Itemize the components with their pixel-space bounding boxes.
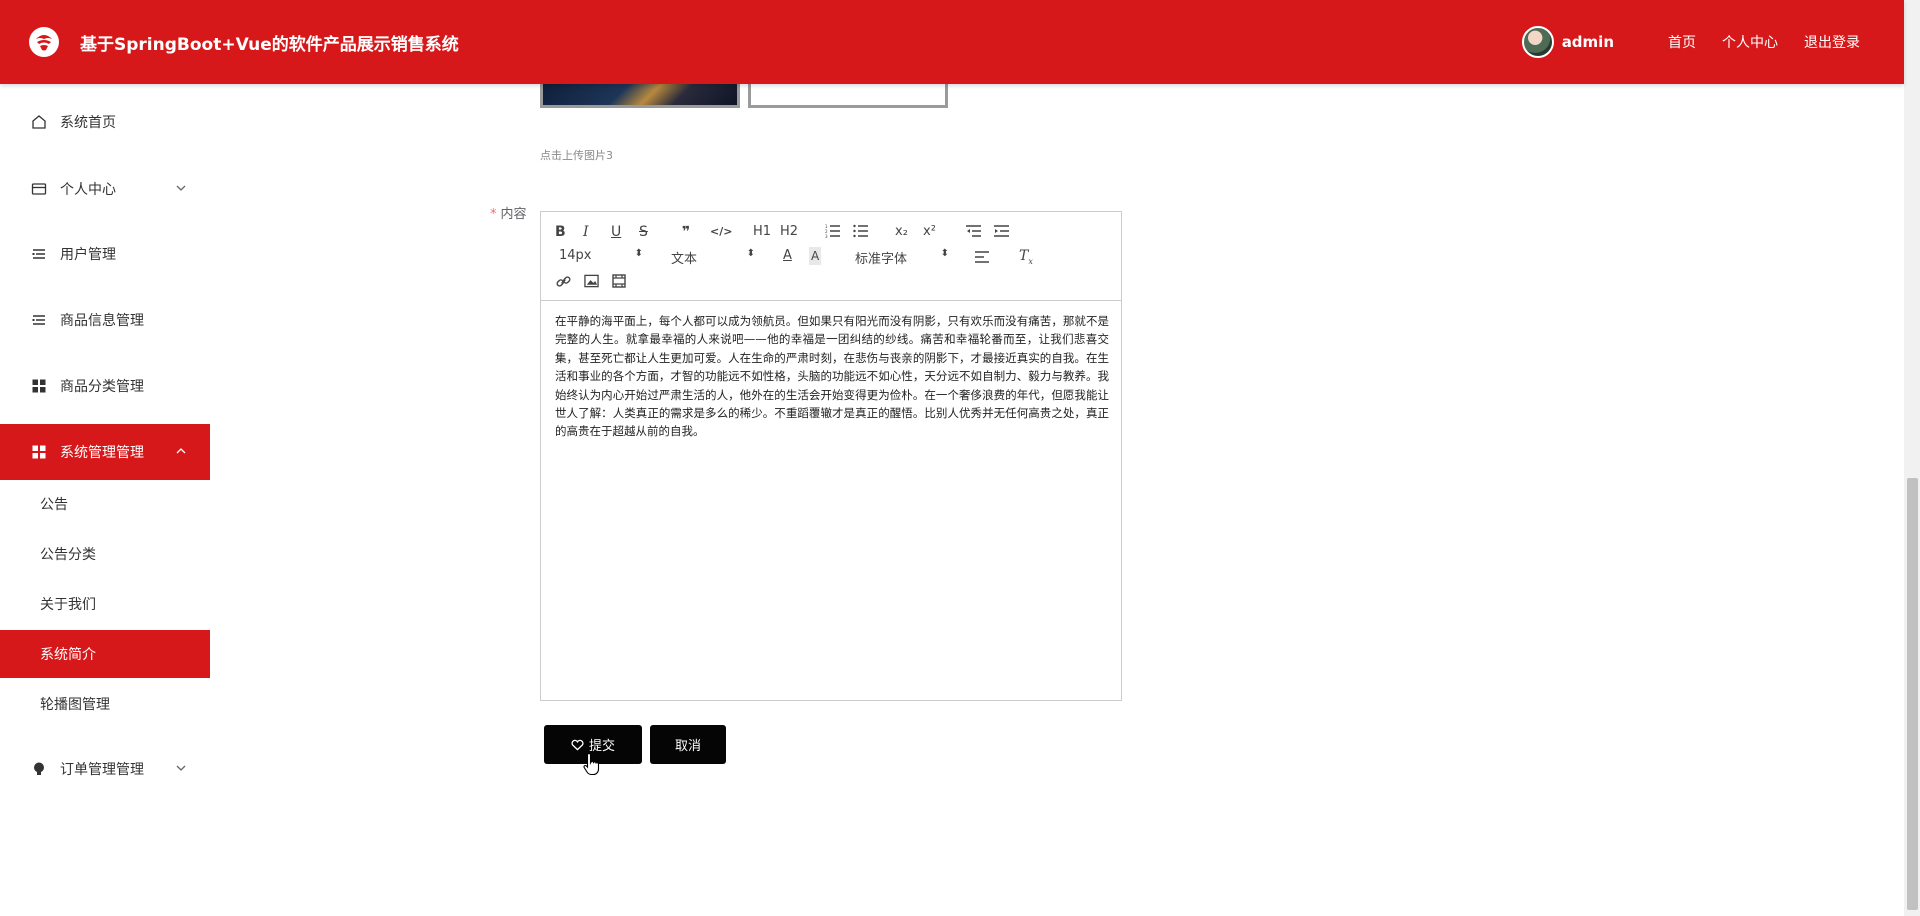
scrollbar-thumb[interactable]: [1907, 478, 1918, 910]
content-label: * 内容: [490, 207, 527, 222]
grid-icon: [30, 443, 48, 461]
font-color-icon[interactable]: A: [783, 247, 792, 265]
sidebar-item-system-management[interactable]: 系统管理管理: [0, 424, 210, 480]
sidebar-item-label: 订单管理管理: [60, 762, 144, 778]
sidebar-item-home[interactable]: 系统首页: [0, 94, 210, 150]
top-header: 基于SpringBoot+Vue的软件产品展示销售系统 admin 首页 个人中…: [0, 0, 1904, 84]
align-icon[interactable]: [975, 250, 991, 264]
required-mark: *: [490, 207, 497, 222]
image-upload-slot[interactable]: [748, 84, 948, 108]
video-icon[interactable]: [612, 274, 626, 288]
bulb-icon: [30, 760, 48, 778]
list-icon: [30, 245, 48, 263]
background-color-icon[interactable]: A: [809, 247, 822, 265]
upload-hint: 点击上传图片3: [540, 149, 613, 162]
avatar[interactable]: [1521, 26, 1554, 58]
home-icon: [30, 113, 48, 131]
sidebar-subitem-about-us[interactable]: 关于我们: [0, 580, 210, 628]
strike-button[interactable]: S: [639, 223, 648, 241]
select-arrow-icon: ⬍: [746, 248, 755, 259]
app-logo-icon: [29, 27, 59, 57]
sidebar-subitem-notice[interactable]: 公告: [0, 480, 210, 528]
hand-cursor-icon: [583, 752, 600, 776]
profile-link[interactable]: 个人中心: [1722, 32, 1778, 52]
sidebar-item-label: 系统管理管理: [60, 445, 144, 461]
sidebar-item-label: 用户管理: [60, 247, 116, 263]
app-title: 基于SpringBoot+Vue的软件产品展示销售系统: [80, 35, 459, 55]
indent-icon[interactable]: [994, 224, 1010, 238]
logout-link[interactable]: 退出登录: [1804, 32, 1860, 52]
bold-button[interactable]: B: [555, 223, 566, 241]
heading2-button[interactable]: H2: [780, 223, 798, 241]
superscript-button[interactable]: x²: [923, 223, 936, 241]
underline-button[interactable]: U: [611, 223, 621, 241]
chevron-up-icon: [176, 448, 186, 454]
sidebar-subitem-system-intro[interactable]: 系统简介: [0, 630, 210, 678]
sidebar-item-order-management[interactable]: 订单管理管理: [0, 741, 210, 797]
rich-text-editor: B I U S ❞ </> H1 H2 123 x₂ x² 14px ⬍ 文本 ⬍ …: [540, 211, 1122, 701]
image-icon[interactable]: [584, 274, 599, 288]
sidebar-item-product-category[interactable]: 商品分类管理: [0, 358, 210, 414]
outdent-icon[interactable]: [966, 224, 982, 238]
bullet-list-icon[interactable]: [853, 224, 869, 238]
sidebar-item-label: 商品分类管理: [60, 379, 144, 395]
sidebar-item-label: 系统首页: [60, 115, 116, 131]
subscript-button[interactable]: x₂: [895, 223, 908, 241]
blockquote-button[interactable]: ❞: [682, 223, 690, 241]
list-icon: [30, 311, 48, 329]
username: admin: [1561, 33, 1614, 51]
sidebar-subitem-notice-category[interactable]: 公告分类: [0, 530, 210, 578]
header-user-area: admin 首页 个人中心 退出登录: [1521, 24, 1860, 60]
heading1-button[interactable]: H1: [753, 223, 771, 241]
sidebar-item-label: 商品信息管理: [60, 313, 144, 329]
chevron-down-icon: [176, 185, 186, 191]
uploaded-image-thumbnail[interactable]: [540, 84, 740, 108]
sidebar: 系统首页 个人中心 用户管理 商品信息管理 商品分类管理 系统管理管理 公告 公…: [0, 84, 210, 916]
sidebar-item-label: 个人中心: [60, 182, 116, 198]
editor-toolbar: B I U S ❞ </> H1 H2 123 x₂ x² 14px ⬍ 文本 ⬍ …: [541, 212, 1121, 301]
link-icon[interactable]: [556, 274, 571, 289]
block-format-select[interactable]: 文本 ⬍: [671, 248, 755, 267]
sidebar-subitem-carousel[interactable]: 轮播图管理: [0, 680, 210, 728]
select-arrow-icon: ⬍: [634, 248, 643, 259]
font-size-select[interactable]: 14px ⬍: [559, 248, 643, 266]
card-icon: [30, 180, 48, 198]
ordered-list-icon[interactable]: 123: [825, 224, 841, 238]
select-arrow-icon: ⬍: [940, 248, 949, 259]
italic-button[interactable]: I: [583, 223, 589, 241]
svg-text:3: 3: [825, 234, 828, 238]
editor-content[interactable]: 在平静的海平面上，每个人都可以成为领航员。但如果只有阳光而没有阴影，只有欢乐而没…: [555, 312, 1109, 441]
sidebar-item-users[interactable]: 用户管理: [0, 226, 210, 282]
clear-format-icon[interactable]: Tx: [1019, 247, 1033, 271]
chevron-down-icon: [176, 765, 186, 771]
sidebar-item-product-info[interactable]: 商品信息管理: [0, 292, 210, 348]
heart-icon: [571, 739, 584, 751]
cancel-button[interactable]: 取消: [650, 725, 726, 764]
home-link[interactable]: 首页: [1668, 32, 1696, 52]
page-scrollbar[interactable]: [1904, 0, 1920, 916]
font-family-select[interactable]: 标准字体 ⬍: [855, 248, 949, 267]
code-block-button[interactable]: </>: [710, 223, 732, 241]
sidebar-item-profile[interactable]: 个人中心: [0, 161, 210, 217]
grid-icon: [30, 377, 48, 395]
